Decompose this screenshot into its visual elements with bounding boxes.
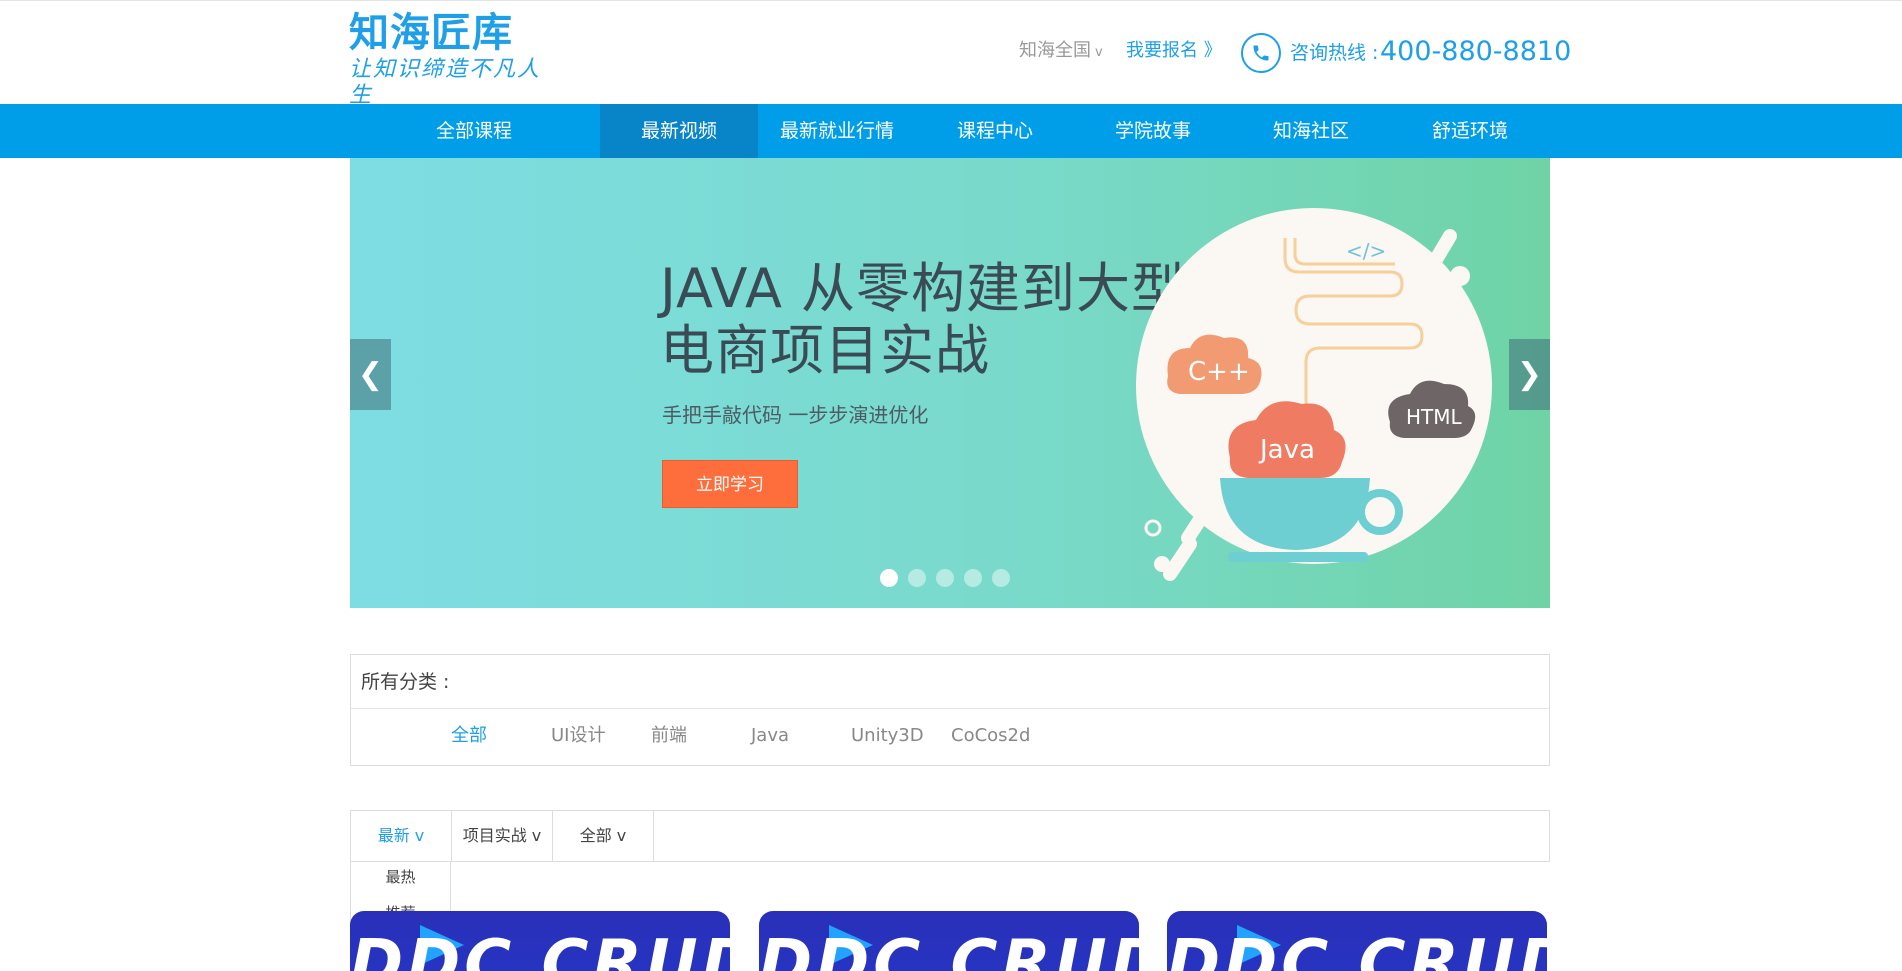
nav-item-latest-videos[interactable]: 最新视频 (600, 104, 758, 158)
divider (351, 708, 1549, 709)
phone-icon (1241, 33, 1281, 73)
banner-title: JAVA 从零构建到大型 电商项目实战 (660, 258, 1186, 382)
course-card[interactable]: DDC CRUD (759, 911, 1139, 971)
learn-now-button[interactable]: 立即学习 (662, 460, 798, 508)
category-filter: 所有分类 : 全部 UI设计 前端 Java Unity3D CoCos2d (350, 654, 1550, 766)
banner-subtitle: 手把手敲代码 一步步演进优化 (662, 403, 929, 427)
main-nav: 全部课程 最新视频 最新就业行情 课程中心 学院故事 知海社区 舒适环境 (0, 104, 1902, 158)
category-java[interactable]: Java (751, 723, 789, 749)
banner-illustration: </> C++ HTML Java (1136, 208, 1492, 581)
sort-option-hottest[interactable]: 最热 (351, 866, 450, 888)
category-all[interactable]: 全部 (451, 723, 487, 749)
category-frontend[interactable]: 前端 (651, 723, 687, 749)
hotline-label: 咨询热线 : (1290, 42, 1379, 64)
carousel-dot[interactable] (936, 569, 954, 587)
scope-dropdown[interactable]: 全部 v (553, 811, 654, 861)
category-unity3d[interactable]: Unity3D (851, 723, 924, 749)
site-logo[interactable]: 知海匠库 让知识缔造不凡人生 (349, 9, 554, 108)
top-header: 知海匠库 让知识缔造不凡人生 知海全国 v 我要报名 》 咨询热线 : 400-8… (0, 0, 1902, 108)
category-ui-design[interactable]: UI设计 (551, 723, 605, 749)
region-label: 知海全国 (1019, 40, 1091, 61)
nav-item-stories[interactable]: 学院故事 (1094, 104, 1212, 158)
banner-title-line1: JAVA 从零构建到大型 (660, 257, 1187, 320)
region-selector[interactable]: 知海全国 v (1019, 39, 1103, 65)
carousel-dot[interactable] (880, 569, 898, 587)
sort-filter-bar: 最新 v 项目实战 v 全部 v (350, 810, 1550, 862)
carousel-prev-button[interactable]: ❮ (350, 339, 391, 410)
code-tag-label: </> (1346, 239, 1386, 263)
hero-carousel: JAVA 从零构建到大型 电商项目实战 手把手敲代码 一步步演进优化 立即学习 … (350, 158, 1550, 608)
sort-dropdown[interactable]: 最新 v (351, 811, 452, 861)
logo-slogan: 让知识缔造不凡人生 (349, 57, 542, 108)
nav-item-course-center[interactable]: 课程中心 (936, 104, 1054, 158)
course-cover-text: DDC CRUD (350, 927, 730, 971)
html-label: HTML (1406, 405, 1463, 429)
category-title: 所有分类 : (361, 671, 450, 693)
hotline-number: 400-880-8810 (1380, 36, 1572, 67)
carousel-dot[interactable] (964, 569, 982, 587)
category-cocos2d[interactable]: CoCos2d (951, 723, 1030, 749)
course-card[interactable]: DDC CRUD (1167, 911, 1547, 971)
cpp-label: C++ (1188, 357, 1250, 387)
course-cover-text: DDC CRUD (759, 927, 1139, 971)
nav-item-job-market[interactable]: 最新就业行情 (768, 104, 906, 158)
carousel-next-button[interactable]: ❯ (1509, 339, 1550, 410)
carousel-dot[interactable] (992, 569, 1010, 587)
carousel-dot[interactable] (908, 569, 926, 587)
logo-title: 知海匠库 (349, 10, 513, 56)
course-card[interactable]: DDC CRUD (350, 911, 730, 971)
signup-link[interactable]: 我要报名 》 (1126, 39, 1222, 63)
banner-title-line2: 电商项目实战 (660, 319, 990, 382)
nav-item-all-courses[interactable]: 全部课程 (412, 104, 536, 158)
course-cover-text: DDC CRUD (1167, 927, 1547, 971)
chevron-down-icon: v (1095, 45, 1103, 60)
java-label: Java (1258, 435, 1315, 465)
type-dropdown[interactable]: 项目实战 v (452, 811, 553, 861)
nav-item-community[interactable]: 知海社区 (1252, 104, 1370, 158)
nav-item-environment[interactable]: 舒适环境 (1411, 104, 1529, 158)
